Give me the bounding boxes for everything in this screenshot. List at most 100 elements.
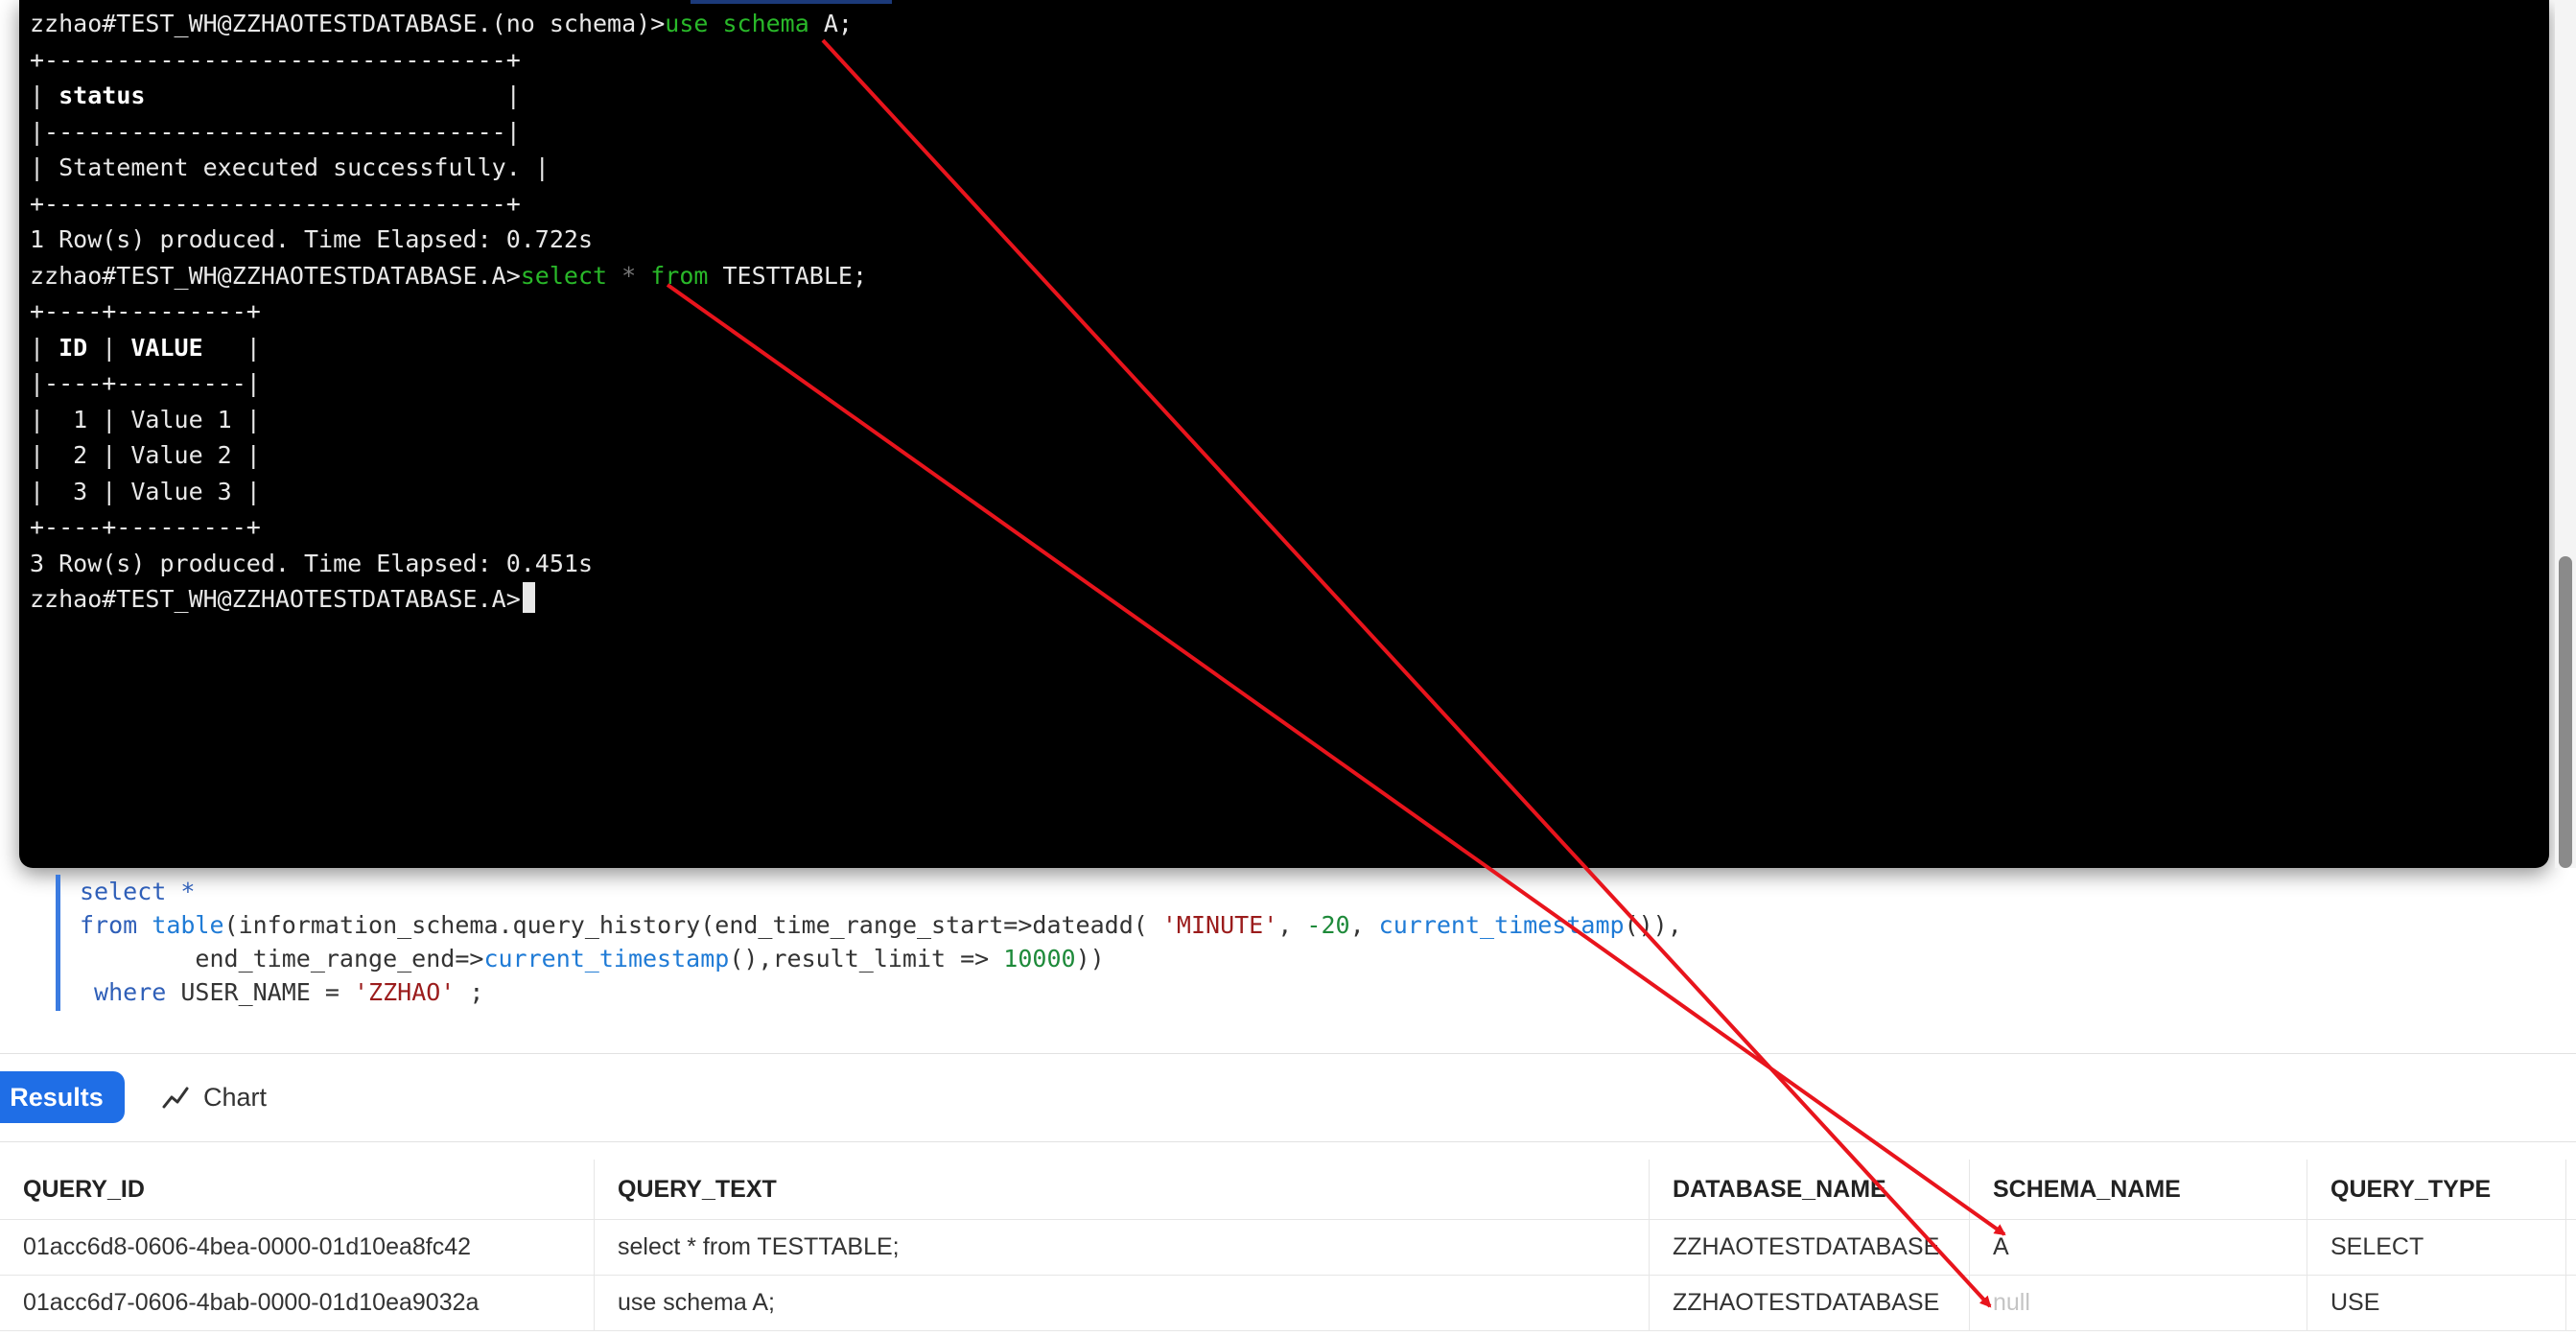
sql-line: end_time_range_end=>current_timestamp(),… [80, 942, 1682, 975]
terminal-token: +----+---------+ [30, 297, 261, 325]
terminal-line: |----+---------| [30, 365, 867, 402]
terminal-token: status [59, 82, 146, 109]
terminal-line: +--------------------------------+ [30, 186, 867, 223]
terminal-token: VALUE [130, 333, 203, 362]
sql-token: from [80, 911, 152, 939]
terminal-line: | status | [30, 78, 867, 114]
terminal-token: 3 Row(s) produced. Time Elapsed: 0.451s [30, 549, 593, 577]
terminal-line: | 1 | Value 1 | [30, 402, 867, 438]
cell-query-text[interactable]: use schema A; [595, 1275, 1650, 1330]
terminal-token: zzhao#TEST_WH@ZZHAOTESTDATABASE.A> [30, 261, 521, 290]
table-header-row: QUERY_ID QUERY_TEXT DATABASE_NAME SCHEMA… [0, 1160, 2576, 1220]
terminal-line: |--------------------------------| [30, 114, 867, 151]
editor-scrollbar-thumb[interactable] [2559, 556, 2572, 868]
terminal-token: +--------------------------------+ [30, 45, 521, 74]
terminal-line: | 2 | Value 2 | [30, 437, 867, 474]
terminal-token: from [650, 261, 709, 290]
sql-token: current_timestamp [483, 945, 730, 973]
terminal-token: select [520, 261, 608, 290]
terminal-line: zzhao#TEST_WH@ZZHAOTESTDATABASE.A>select… [30, 258, 867, 294]
terminal-token: zzhao#TEST_WH@ZZHAOTESTDATABASE.(no sche… [30, 10, 666, 37]
terminal-token: | [87, 333, 131, 362]
terminal-token: | [30, 82, 59, 109]
sql-token: current_timestamp [1378, 911, 1625, 939]
sql-token: )) [1075, 945, 1105, 973]
sql-token: -20 [1306, 911, 1350, 939]
terminal-line: +--------------------------------+ [30, 42, 867, 79]
sql-query-text[interactable]: select * from table(information_schema.qu… [80, 875, 1682, 1009]
terminal-line: +----+---------+ [30, 293, 867, 330]
terminal-token: 1 Row(s) produced. Time Elapsed: 0.722s [30, 225, 593, 253]
cell-database-name[interactable]: ZZHAOTESTDATABASE [1650, 1275, 1970, 1330]
terminal-token: |--------------------------------| [30, 117, 521, 146]
tab-results[interactable]: Results [0, 1071, 125, 1123]
sql-line: where USER_NAME = 'ZZHAO' ; [80, 975, 1682, 1009]
sql-token: ; [455, 978, 484, 1006]
terminal-window[interactable]: zzhao#TEST_WH@ZZHAOTESTDATABASE.(no sche… [19, 0, 2549, 868]
cell-query-type[interactable]: SELECT [2307, 1219, 2566, 1275]
tab-chart-label: Chart [203, 1082, 268, 1112]
column-header-query-text[interactable]: QUERY_TEXT [595, 1160, 1650, 1219]
sql-token: (),result_limit => [729, 945, 1004, 973]
column-header-schema-name[interactable]: SCHEMA_NAME [1970, 1160, 2307, 1219]
sql-token: table [152, 911, 224, 939]
table-row[interactable]: 01acc6d8-0606-4bea-0000-01d10ea8fc42 sel… [0, 1219, 2576, 1276]
terminal-line: zzhao#TEST_WH@ZZHAOTESTDATABASE.A> [30, 581, 867, 618]
terminal-output: zzhao#TEST_WH@ZZHAOTESTDATABASE.(no sche… [30, 6, 867, 618]
cell-query-id[interactable]: 01acc6d7-0606-4bab-0000-01d10ea9032a [0, 1275, 595, 1330]
terminal-token: +--------------------------------+ [30, 189, 521, 218]
sql-editor[interactable]: select * from table(information_schema.qu… [56, 875, 2362, 1011]
terminal-token: | 3 | Value 3 | [30, 477, 261, 505]
terminal-token: | [145, 82, 521, 109]
sql-token: 'ZZHAO' [353, 978, 456, 1006]
sql-token: (information_schema.query_history(end_ti… [223, 911, 1162, 939]
terminal-cursor [522, 582, 535, 613]
sql-token: end_time_range_end=> [80, 945, 484, 973]
cell-schema-name-null[interactable]: null [1970, 1275, 2307, 1330]
terminal-line: +----+---------+ [30, 509, 867, 546]
sql-line: from table(information_schema.query_hist… [80, 908, 1682, 942]
sql-token: USER_NAME = [180, 978, 354, 1006]
terminal-token: | 1 | Value 1 | [30, 405, 261, 434]
terminal-token: use schema [665, 10, 809, 37]
terminal-top-accent [691, 0, 892, 4]
terminal-token: +----+---------+ [30, 513, 261, 541]
chart-line-icon [162, 1087, 189, 1109]
column-header-database-name[interactable]: DATABASE_NAME [1650, 1160, 1970, 1219]
terminal-token: A; [808, 10, 853, 37]
tab-chart[interactable]: Chart [161, 1071, 267, 1123]
cell-schema-name[interactable]: A [1970, 1219, 2307, 1275]
sql-token: ()), [1624, 911, 1682, 939]
column-header-query-id[interactable]: QUERY_ID [0, 1160, 595, 1219]
sql-token: select * [80, 878, 196, 905]
terminal-line: | 3 | Value 3 | [30, 474, 867, 510]
results-toolbar [0, 1053, 2576, 1142]
cell-query-text[interactable]: select * from TESTTABLE; [595, 1219, 1650, 1275]
terminal-line: | ID | VALUE | [30, 330, 867, 366]
column-header-query-type[interactable]: QUERY_TYPE [2307, 1160, 2566, 1219]
sql-line: select * [80, 875, 1682, 908]
terminal-token: |----+---------| [30, 369, 261, 397]
terminal-line: 1 Row(s) produced. Time Elapsed: 0.722s [30, 222, 867, 258]
sql-token: 10000 [1003, 945, 1076, 973]
terminal-token: * [607, 261, 651, 290]
terminal-line: zzhao#TEST_WH@ZZHAOTESTDATABASE.(no sche… [30, 6, 867, 42]
sql-token: , [1277, 911, 1307, 939]
table-row[interactable]: 01acc6d7-0606-4bab-0000-01d10ea9032a use… [0, 1275, 2576, 1331]
terminal-token: | [202, 333, 261, 362]
terminal-token: ID [59, 333, 88, 362]
sql-token: 'MINUTE' [1161, 911, 1278, 939]
terminal-token: | [30, 333, 59, 362]
cell-database-name[interactable]: ZZHAOTESTDATABASE [1650, 1219, 1970, 1275]
sql-token: , [1349, 911, 1379, 939]
cell-query-id[interactable]: 01acc6d8-0606-4bea-0000-01d10ea8fc42 [0, 1219, 595, 1275]
results-table: QUERY_ID QUERY_TEXT DATABASE_NAME SCHEMA… [0, 1141, 2576, 1336]
terminal-line: 3 Row(s) produced. Time Elapsed: 0.451s [30, 546, 867, 582]
terminal-token: TESTTABLE; [708, 261, 868, 290]
cell-query-type[interactable]: USE [2307, 1275, 2566, 1330]
terminal-line: | Statement executed successfully. | [30, 150, 867, 186]
terminal-token: | 2 | Value 2 | [30, 441, 261, 469]
terminal-token: zzhao#TEST_WH@ZZHAOTESTDATABASE.A> [30, 585, 521, 613]
sql-token: where [80, 978, 181, 1006]
terminal-token: | Statement executed successfully. | [30, 153, 550, 181]
